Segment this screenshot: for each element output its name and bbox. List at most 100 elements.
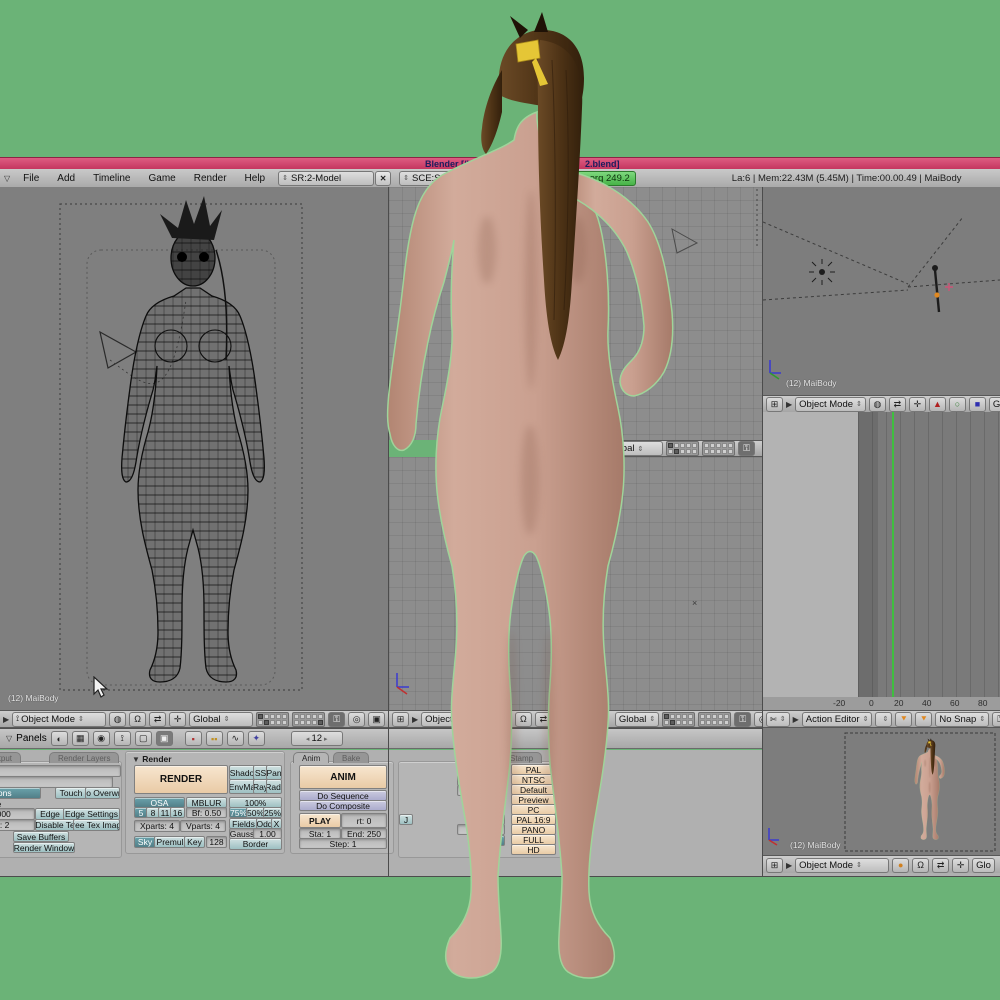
threads-spinner[interactable]: reads: 2: [0, 819, 35, 831]
editor-type-dropdown[interactable]: ✄⇕: [766, 712, 790, 727]
do-composite-toggle[interactable]: Do Composite: [299, 800, 387, 811]
tab-anim[interactable]: Anim: [293, 752, 329, 763]
save-buffers-toggle[interactable]: Save Buffers: [13, 831, 69, 842]
header-expand-icon[interactable]: ▶: [412, 715, 418, 724]
rotate-manipulator-icon[interactable]: ○: [949, 397, 966, 412]
snap-mode-dropdown[interactable]: No Snap⇕: [935, 712, 989, 727]
osa-16[interactable]: 16: [170, 807, 185, 818]
viewport-type-icon[interactable]: ⊞: [766, 858, 783, 873]
action-editor-channels[interactable]: [763, 412, 858, 697]
orientation-dropdown[interactable]: Glo: [989, 397, 1000, 412]
menu-game[interactable]: Game: [140, 173, 185, 184]
play-button[interactable]: PLAY: [299, 813, 341, 828]
tab-render-layers[interactable]: Render Layers: [49, 752, 119, 763]
physics-subcontext-icon[interactable]: ✦: [248, 731, 265, 746]
preset-hd[interactable]: HD: [511, 844, 556, 855]
tab-output[interactable]: Output: [0, 752, 21, 763]
layer-buttons-a[interactable]: [666, 441, 699, 456]
orientation-dropdown[interactable]: Global⇕: [189, 712, 253, 727]
orientation-dropdown[interactable]: Global⇕: [603, 441, 663, 456]
mode-dropdown[interactable]: Object Mode⇕: [795, 397, 866, 412]
menu-timeline[interactable]: Timeline: [84, 173, 139, 184]
layer-buttons-b[interactable]: [698, 712, 731, 727]
logic-context-icon[interactable]: ◐: [51, 731, 68, 746]
script-context-icon[interactable]: ▦: [72, 731, 89, 746]
pano-toggle[interactable]: Pan: [266, 765, 282, 780]
object-context-icon[interactable]: ⟟: [114, 731, 131, 746]
orientation-dropdown[interactable]: Glo: [972, 858, 995, 873]
extensions-toggle[interactable]: ensions: [0, 787, 41, 799]
screen-close-icon[interactable]: ✕: [375, 171, 391, 186]
draw-mode-dropdown[interactable]: ◍: [109, 712, 126, 727]
collapse-triangle-icon[interactable]: ▽: [6, 734, 12, 743]
unlock-icon[interactable]: ⚿: [992, 712, 1000, 727]
border-toggle[interactable]: Border: [229, 838, 282, 850]
header-expand-icon[interactable]: ▶: [786, 400, 792, 409]
viewport-center-top[interactable]: [389, 187, 762, 440]
size-25-button[interactable]: 25%: [263, 807, 282, 818]
header-expand-icon[interactable]: ▶: [786, 861, 792, 870]
viewport-type-icon[interactable]: ⊞: [392, 712, 409, 727]
snap-toggle-icon[interactable]: ⇄: [149, 712, 166, 727]
scale-manipulator-icon[interactable]: ■: [969, 397, 986, 412]
tab-bake[interactable]: Bake: [333, 752, 369, 763]
anim-subcontext-icon[interactable]: ▪▪: [206, 731, 223, 746]
format-dropdown-scrap[interactable]: J: [399, 814, 413, 825]
quality-spinner[interactable]: / 1.000: [457, 824, 505, 835]
translate-manipulator-icon[interactable]: ▲: [929, 397, 946, 412]
sky-toggle[interactable]: Sky: [134, 836, 156, 848]
snap-toggle-icon[interactable]: ⇄: [535, 712, 552, 727]
hand-manipulator-icon[interactable]: ✛: [169, 712, 186, 727]
shadow-toggle[interactable]: Shado: [229, 765, 255, 780]
menu-render[interactable]: Render: [185, 173, 236, 184]
hand-manipulator-icon[interactable]: ✛: [952, 858, 969, 873]
radio-toggle[interactable]: Radi: [266, 779, 282, 794]
action-datablock-dropdown[interactable]: ⇕: [875, 712, 892, 727]
disable-tex-toggle[interactable]: Disable Te: [35, 819, 75, 831]
area-divider[interactable]: [762, 187, 763, 877]
textured-draw-mode-icon[interactable]: ●: [892, 858, 909, 873]
step-spinner[interactable]: Step: 1: [299, 838, 387, 849]
bf-spinner[interactable]: Bf: 0.50: [186, 807, 227, 818]
render-preview-icon[interactable]: ▣: [368, 712, 385, 727]
sound-subcontext-icon[interactable]: ∿: [227, 731, 244, 746]
viewport-right-top[interactable]: (12) MaiBody: [763, 187, 1000, 395]
viewport-left-wireframe[interactable]: (12) MaiBody: [0, 187, 388, 710]
no-overwrite-toggle[interactable]: No Overwrit: [85, 787, 120, 799]
area-divider[interactable]: [388, 187, 389, 877]
lock-icon[interactable]: ⚿: [738, 441, 755, 456]
vparts-spinner[interactable]: Vparts: 4: [180, 820, 226, 832]
frame-counter[interactable]: ◂12▸: [291, 731, 343, 746]
anim-button[interactable]: ANIM: [299, 765, 387, 789]
layer-buttons-b[interactable]: [702, 441, 735, 456]
header-expand-icon[interactable]: ▶: [3, 715, 9, 724]
aspx-spinner[interactable]: 00.00: [457, 785, 505, 796]
bits-spinner[interactable]: 128: [206, 836, 227, 848]
action-editor-grid[interactable]: [858, 412, 1000, 697]
mode-dropdown[interactable]: Object Mode⇕: [421, 712, 492, 727]
scene-selector[interactable]: ⇕ SCE:Scene: [399, 171, 491, 186]
shading-context-icon[interactable]: ◉: [93, 731, 110, 746]
action-dropdown[interactable]: Action Editor⇕: [802, 712, 873, 727]
collapse-triangle-icon[interactable]: ▽: [0, 174, 14, 183]
copy-pose-icon[interactable]: ⯆: [895, 712, 912, 727]
viewport-center-bottom[interactable]: ×: [389, 457, 762, 710]
tab-stamp[interactable]: Stamp: [501, 752, 542, 763]
menu-file[interactable]: File: [14, 173, 48, 184]
free-tex-toggle[interactable]: Free Tex Image: [73, 819, 120, 831]
lock-icon[interactable]: ⚿: [328, 712, 345, 727]
rgba-toggle[interactable]: RGBA: [469, 835, 505, 846]
lock-icon[interactable]: ⚿: [734, 712, 751, 727]
draw-mode-dropdown[interactable]: ◍: [869, 397, 886, 412]
layer-buttons-b[interactable]: [292, 712, 325, 727]
xparts-spinner[interactable]: Xparts: 4: [134, 820, 180, 832]
touch-toggle[interactable]: Touch: [55, 787, 87, 799]
proportional-edit-icon[interactable]: ◎: [348, 712, 365, 727]
viewport-type-icon[interactable]: ⊞: [766, 397, 783, 412]
menu-help[interactable]: Help: [236, 173, 275, 184]
mode-dropdown[interactable]: ⟟ Object Mode⇕: [12, 712, 106, 727]
current-frame-line[interactable]: [892, 412, 894, 697]
pivot-dropdown[interactable]: Ω: [912, 858, 929, 873]
header-expand-icon[interactable]: ▶: [793, 715, 799, 724]
layer-buttons-a[interactable]: [256, 712, 289, 727]
